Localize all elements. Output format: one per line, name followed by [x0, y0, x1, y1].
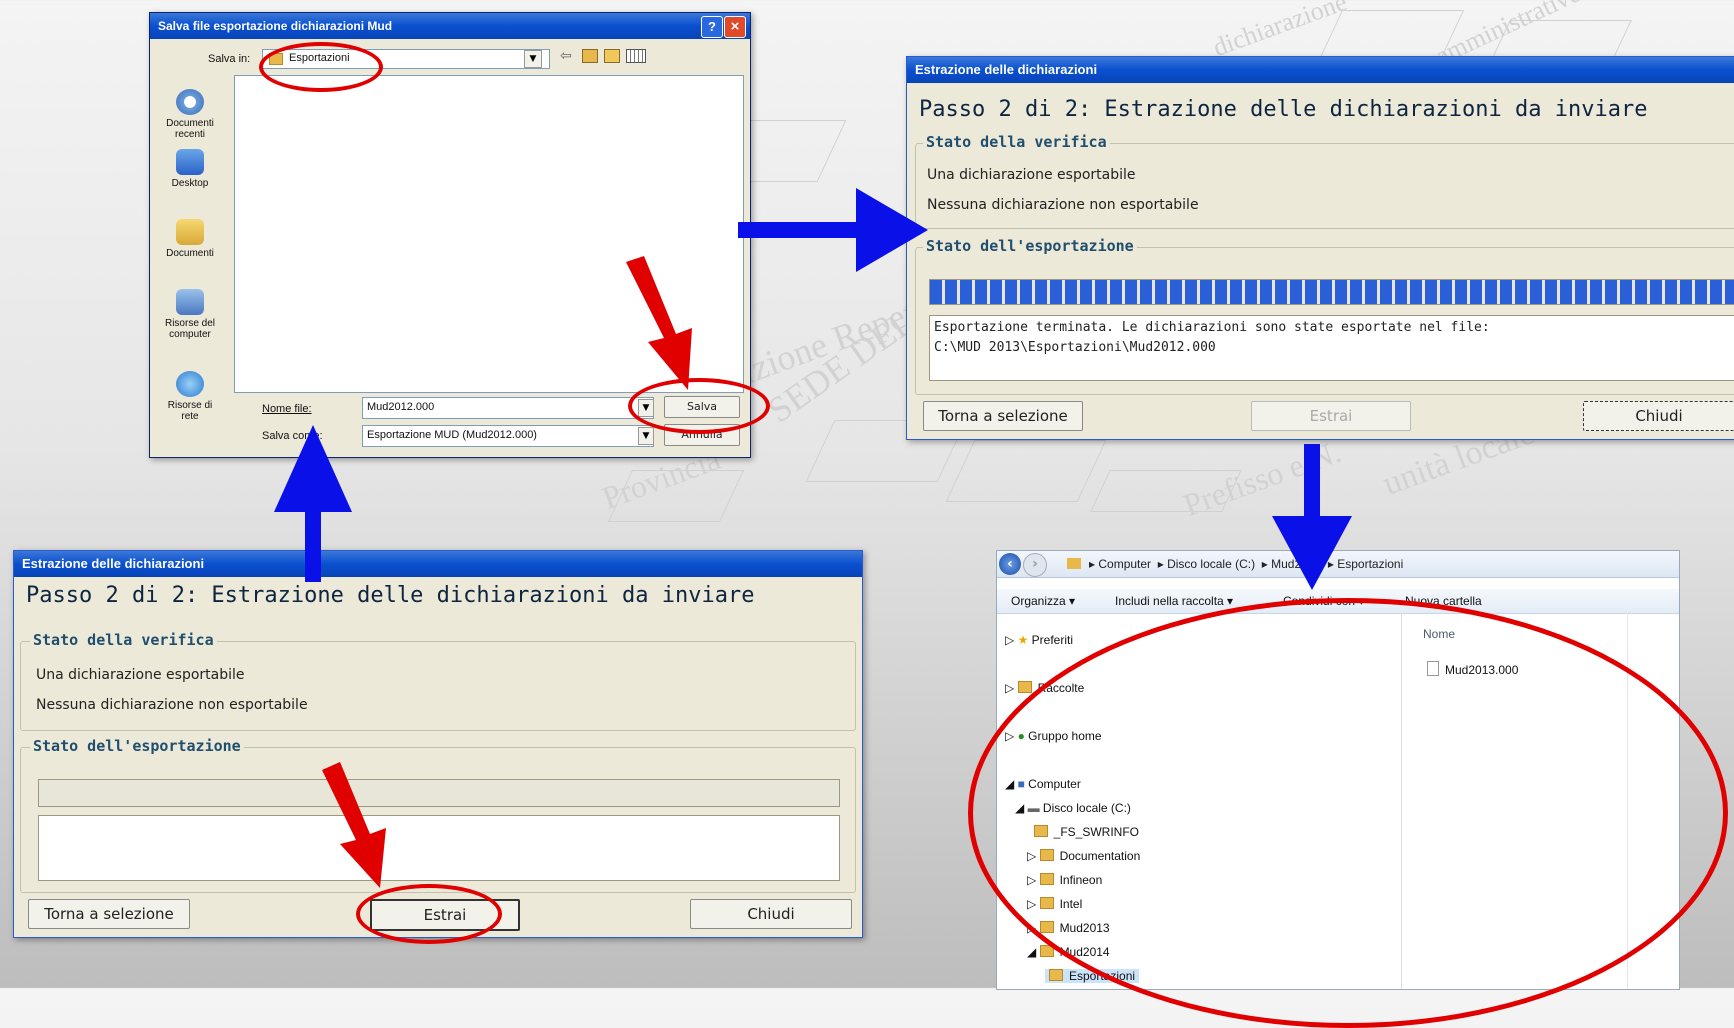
progress-bar-before: [38, 779, 840, 807]
close-button-after[interactable]: Chiudi: [1583, 401, 1734, 431]
save-dialog-title: Salva file esportazione dichiarazioni Mu…: [158, 19, 393, 33]
extract-after-titlebar: Estrazione delle dichiarazioni: [907, 57, 1734, 83]
save-dialog-titlebar: Salva file esportazione dichiarazioni Mu…: [150, 13, 750, 39]
breadcrumb-exports[interactable]: Esportazioni: [1337, 557, 1403, 571]
extract-before-title: Estrazione delle dichiarazioni: [22, 556, 205, 571]
not-exportable-line-before: Nessuna dichiarazione non esportabile: [36, 697, 308, 713]
file-list[interactable]: [234, 75, 744, 393]
places-recent-label: Documenti recenti: [166, 118, 214, 140]
save-in-label: Salva in:: [208, 53, 251, 65]
close-button[interactable]: ×: [724, 16, 746, 38]
result-box-after: Esportazione terminata. Le dichiarazioni…: [929, 315, 1734, 381]
extract-before-titlebar: Estrazione delle dichiarazioni: [14, 551, 862, 577]
verify-group-before-label: Stato della verifica: [30, 631, 217, 649]
places-desktop[interactable]: Desktop: [158, 149, 222, 189]
export-group-after-label: Stato dell'esportazione: [923, 237, 1137, 255]
star-icon: ★: [1017, 633, 1029, 647]
progress-fill-after: [930, 280, 1734, 304]
nav-favorites[interactable]: ▷ ★ Preferiti: [1005, 633, 1073, 647]
extract-dialog-before: Estrazione delle dichiarazioni Passo 2 d…: [13, 550, 863, 938]
not-exportable-line-after: Nessuna dichiarazione non esportabile: [927, 197, 1199, 213]
close-button-before[interactable]: Chiudi: [690, 899, 852, 929]
result-box-before: [38, 815, 840, 881]
result-line-2: C:\MUD 2013\Esportazioni\Mud2012.000: [934, 340, 1216, 355]
back-to-selection-button-before[interactable]: Torna a selezione: [28, 899, 190, 929]
savetype-label: Salva come:: [262, 430, 323, 442]
back-to-selection-button-after[interactable]: Torna a selezione: [923, 401, 1083, 431]
breadcrumb-mud2014[interactable]: Mud2014: [1271, 557, 1321, 571]
help-button[interactable]: ?: [701, 16, 723, 38]
back-button[interactable]: ‹: [999, 553, 1021, 575]
nav-favorites-label: Preferiti: [1031, 633, 1074, 647]
exportable-line-after: Una dichiarazione esportabile: [927, 167, 1136, 183]
organize-menu[interactable]: Organizza ▾: [1011, 594, 1075, 608]
highlight-save-in: [259, 42, 383, 92]
explorer-address-bar: ‹ › ▸ Computer ▸ Disco locale (C:) ▸ Mud…: [997, 551, 1679, 578]
exportable-line-before: Una dichiarazione esportabile: [36, 667, 245, 683]
blue-arrow-right: [738, 188, 928, 272]
clock-icon: [176, 89, 204, 115]
filename-label: Nome file:: [262, 403, 312, 415]
extract-button-after[interactable]: Estrai: [1251, 401, 1411, 431]
places-documents-label: Documenti: [166, 248, 214, 259]
documents-folder-icon: [176, 219, 204, 245]
breadcrumb-computer[interactable]: Computer: [1098, 557, 1151, 571]
export-group-before-label: Stato dell'esportazione: [30, 737, 244, 755]
folder-icon: [1049, 969, 1063, 981]
result-line-1: Esportazione terminata. Le dichiarazioni…: [934, 320, 1490, 335]
highlight-save-button: [628, 378, 770, 434]
progress-bar-after: [929, 279, 1734, 305]
places-recent[interactable]: Documenti recenti: [158, 89, 222, 140]
places-computer-label: Risorse del computer: [164, 318, 216, 340]
extract-after-title: Estrazione delle dichiarazioni: [915, 62, 1098, 77]
new-folder-icon[interactable]: [604, 49, 620, 63]
libraries-icon: [1017, 681, 1032, 693]
highlight-explorer-content: [968, 598, 1728, 1028]
places-desktop-label: Desktop: [171, 178, 209, 189]
include-in-library-menu[interactable]: Includi nella raccolta ▾: [1115, 594, 1233, 608]
save-in-chevron-down-icon[interactable]: ▼: [524, 50, 542, 68]
savetype-chevron-down-icon[interactable]: ▼: [638, 427, 654, 445]
extract-after-step-heading: Passo 2 di 2: Estrazione delle dichiaraz…: [919, 97, 1648, 122]
computer-icon: [176, 289, 204, 315]
verify-group-after: [915, 143, 1734, 229]
breadcrumb-folder-icon: [1067, 558, 1081, 569]
places-network[interactable]: Risorse di rete: [158, 371, 222, 422]
desktop-icon: [176, 149, 204, 175]
breadcrumb-drive[interactable]: Disco locale (C:): [1167, 557, 1255, 571]
savetype-dropdown[interactable]: Esportazione MUD (Mud2012.000): [362, 425, 654, 447]
view-menu-icon[interactable]: [626, 49, 646, 63]
extract-dialog-after: Estrazione delle dichiarazioni Passo 2 d…: [906, 56, 1734, 440]
highlight-extract-button: [356, 884, 502, 944]
verify-group-after-label: Stato della verifica: [923, 133, 1110, 151]
up-folder-icon[interactable]: [582, 49, 598, 63]
forward-button[interactable]: ›: [1023, 553, 1047, 577]
places-network-label: Risorse di rete: [167, 400, 213, 422]
extract-before-step-heading: Passo 2 di 2: Estrazione delle dichiaraz…: [26, 583, 755, 608]
breadcrumb[interactable]: ▸ Computer ▸ Disco locale (C:) ▸ Mud2014…: [1089, 557, 1403, 571]
filename-input[interactable]: Mud2012.000: [362, 397, 654, 419]
places-documents[interactable]: Documenti: [158, 219, 222, 259]
back-arrow-icon[interactable]: ⇦: [560, 48, 572, 64]
network-icon: [176, 371, 204, 397]
filename-value: Mud2012.000: [367, 401, 435, 413]
places-bar: Documenti recenti Desktop Documenti Riso…: [154, 81, 230, 422]
places-computer[interactable]: Risorse del computer: [158, 289, 222, 340]
verify-group-before: [20, 641, 856, 731]
savetype-value: Esportazione MUD (Mud2012.000): [367, 429, 537, 441]
